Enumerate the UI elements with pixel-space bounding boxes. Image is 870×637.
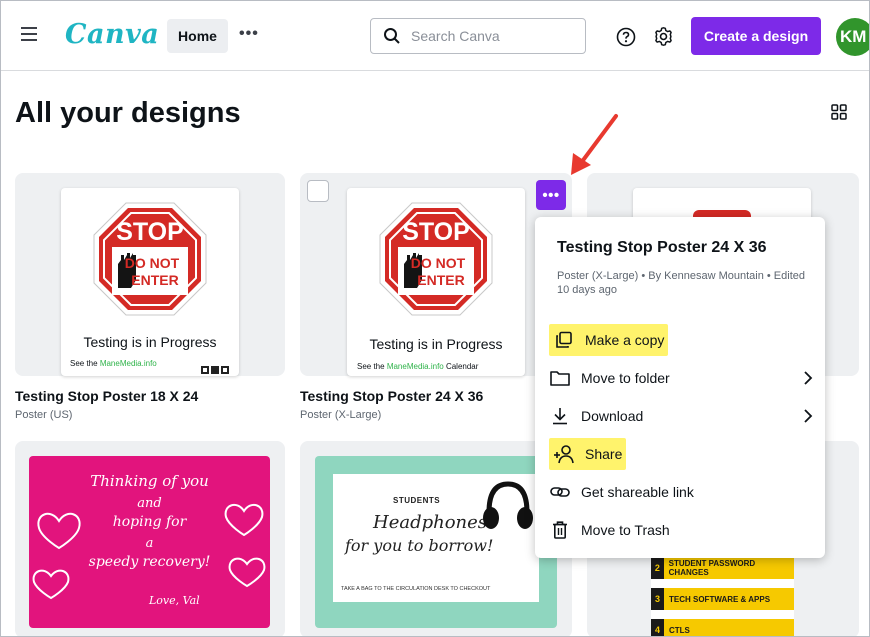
stop-sign-icon: DO NOT ENTER STOP <box>379 202 493 316</box>
select-checkbox[interactable] <box>307 180 329 202</box>
poster-row: 3 TECH SOFTWARE & APPS <box>651 588 794 610</box>
tech-help-poster-preview: 2 STUDENT PASSWORD CHANGES 3 TECH SOFTWARE… <box>651 557 794 636</box>
menu-item-make-a-copy[interactable]: Make a copy <box>549 324 669 356</box>
card-text: speedy recovery! <box>88 554 211 570</box>
card-text: Thinking of you <box>90 472 209 490</box>
search-input[interactable]: Search Canva <box>411 28 500 44</box>
menu-item-label: Move to folder <box>581 370 670 386</box>
chevron-right-icon <box>804 371 813 385</box>
hamburger-menu-icon[interactable] <box>21 27 37 41</box>
menu-item-get-shareable-link[interactable]: Get shareable link <box>549 476 694 508</box>
home-tab[interactable]: Home <box>167 19 228 53</box>
create-a-design-button[interactable]: Create a design <box>691 17 821 55</box>
poster-line: Testing is in Progress <box>83 334 217 350</box>
do-not-text: DO NOT <box>411 255 466 271</box>
menu-item-label: Get shareable link <box>581 484 694 500</box>
annotation-arrow-icon <box>571 114 618 175</box>
menu-item-label: Move to Trash <box>581 522 670 538</box>
poster-small-text: See the ManeMedia.info <box>70 359 157 368</box>
top-bar: Canva Home ••• Search Canva Create a des… <box>1 1 869 71</box>
design-context-menu: Testing Stop Poster 24 X 36 Poster (X-La… <box>535 217 825 558</box>
card-text: and <box>137 496 162 511</box>
poster-heading: STUDENTS <box>393 496 441 505</box>
qr-code-icon <box>201 366 229 374</box>
share-people-icon <box>553 443 575 465</box>
more-options-icon[interactable]: ••• <box>239 25 259 43</box>
menu-item-move-to-folder[interactable]: Move to folder <box>549 362 813 394</box>
app-window: Canva Home ••• Search Canva Create a des… <box>0 0 870 637</box>
poster-small-text: See the ManeMedia.info Calendar <box>357 362 479 371</box>
design-type: Poster (X-Large) <box>300 409 382 421</box>
stop-text: STOP <box>116 218 184 246</box>
menu-title: Testing Stop Poster 24 X 36 <box>557 239 767 256</box>
poster-preview: DO NOT ENTER STOP Testing is in Progress… <box>347 188 525 376</box>
stop-text: STOP <box>402 218 470 246</box>
more-options-button[interactable]: ••• <box>536 180 566 210</box>
canva-logo[interactable]: Canva <box>65 19 159 50</box>
pink-get-well-card-preview: Thinking of you and hoping for a speedy … <box>29 456 270 628</box>
card-text: hoping for <box>112 514 187 530</box>
poster-preview: DO NOT ENTER STOP Testing is in Progress… <box>61 188 239 376</box>
menu-item-move-to-trash[interactable]: Move to Trash <box>549 514 670 546</box>
trash-icon <box>549 519 571 541</box>
copy-icon <box>553 329 575 351</box>
poster-row: 2 STUDENT PASSWORD CHANGES <box>651 557 794 579</box>
menu-item-label: Share <box>585 446 623 462</box>
menu-item-label: Make a copy <box>585 332 665 348</box>
menu-meta: Poster (X-Large) • By Kennesaw Mountain … <box>557 270 805 296</box>
poster-inner: STUDENTS Headphones for you to borrow! T… <box>333 474 539 602</box>
download-icon <box>549 405 571 427</box>
chevron-right-icon <box>804 409 813 423</box>
search-icon <box>384 28 400 44</box>
menu-item-label: Download <box>581 408 644 424</box>
poster-footer: TAKE A BAG TO THE CIRCULATION DESK TO CH… <box>341 586 491 592</box>
card-signature: Love, Val <box>149 594 200 607</box>
poster-text: Headphones <box>373 512 488 533</box>
design-title[interactable]: Testing Stop Poster 24 X 36 <box>300 388 483 404</box>
link-icon <box>549 481 571 503</box>
search-bar[interactable]: Search Canva <box>370 18 586 54</box>
avatar[interactable]: KM <box>836 18 869 56</box>
settings-gear-icon[interactable] <box>653 26 674 47</box>
headphones-poster-preview: STUDENTS Headphones for you to borrow! T… <box>315 456 557 628</box>
poster-row: 4 CTLS <box>651 619 794 636</box>
grid-view-icon[interactable] <box>831 104 847 120</box>
poster-text: for you to borrow! <box>345 536 494 555</box>
poster-line: Testing is in Progress <box>369 336 503 352</box>
enter-text: ENTER <box>417 272 464 288</box>
stop-sign-icon: DO NOT ENTER STOP <box>93 202 207 316</box>
help-icon[interactable] <box>616 27 636 47</box>
menu-item-download[interactable]: Download <box>549 400 813 432</box>
folder-icon <box>549 367 571 389</box>
menu-item-share[interactable]: Share <box>549 438 627 470</box>
do-not-text: DO NOT <box>125 255 180 271</box>
card-text: a <box>145 536 154 551</box>
enter-text: ENTER <box>131 272 178 288</box>
design-type: Poster (US) <box>15 409 73 421</box>
page-title: All your designs <box>15 97 241 129</box>
design-title[interactable]: Testing Stop Poster 18 X 24 <box>15 388 198 404</box>
headphones-icon <box>483 481 533 529</box>
